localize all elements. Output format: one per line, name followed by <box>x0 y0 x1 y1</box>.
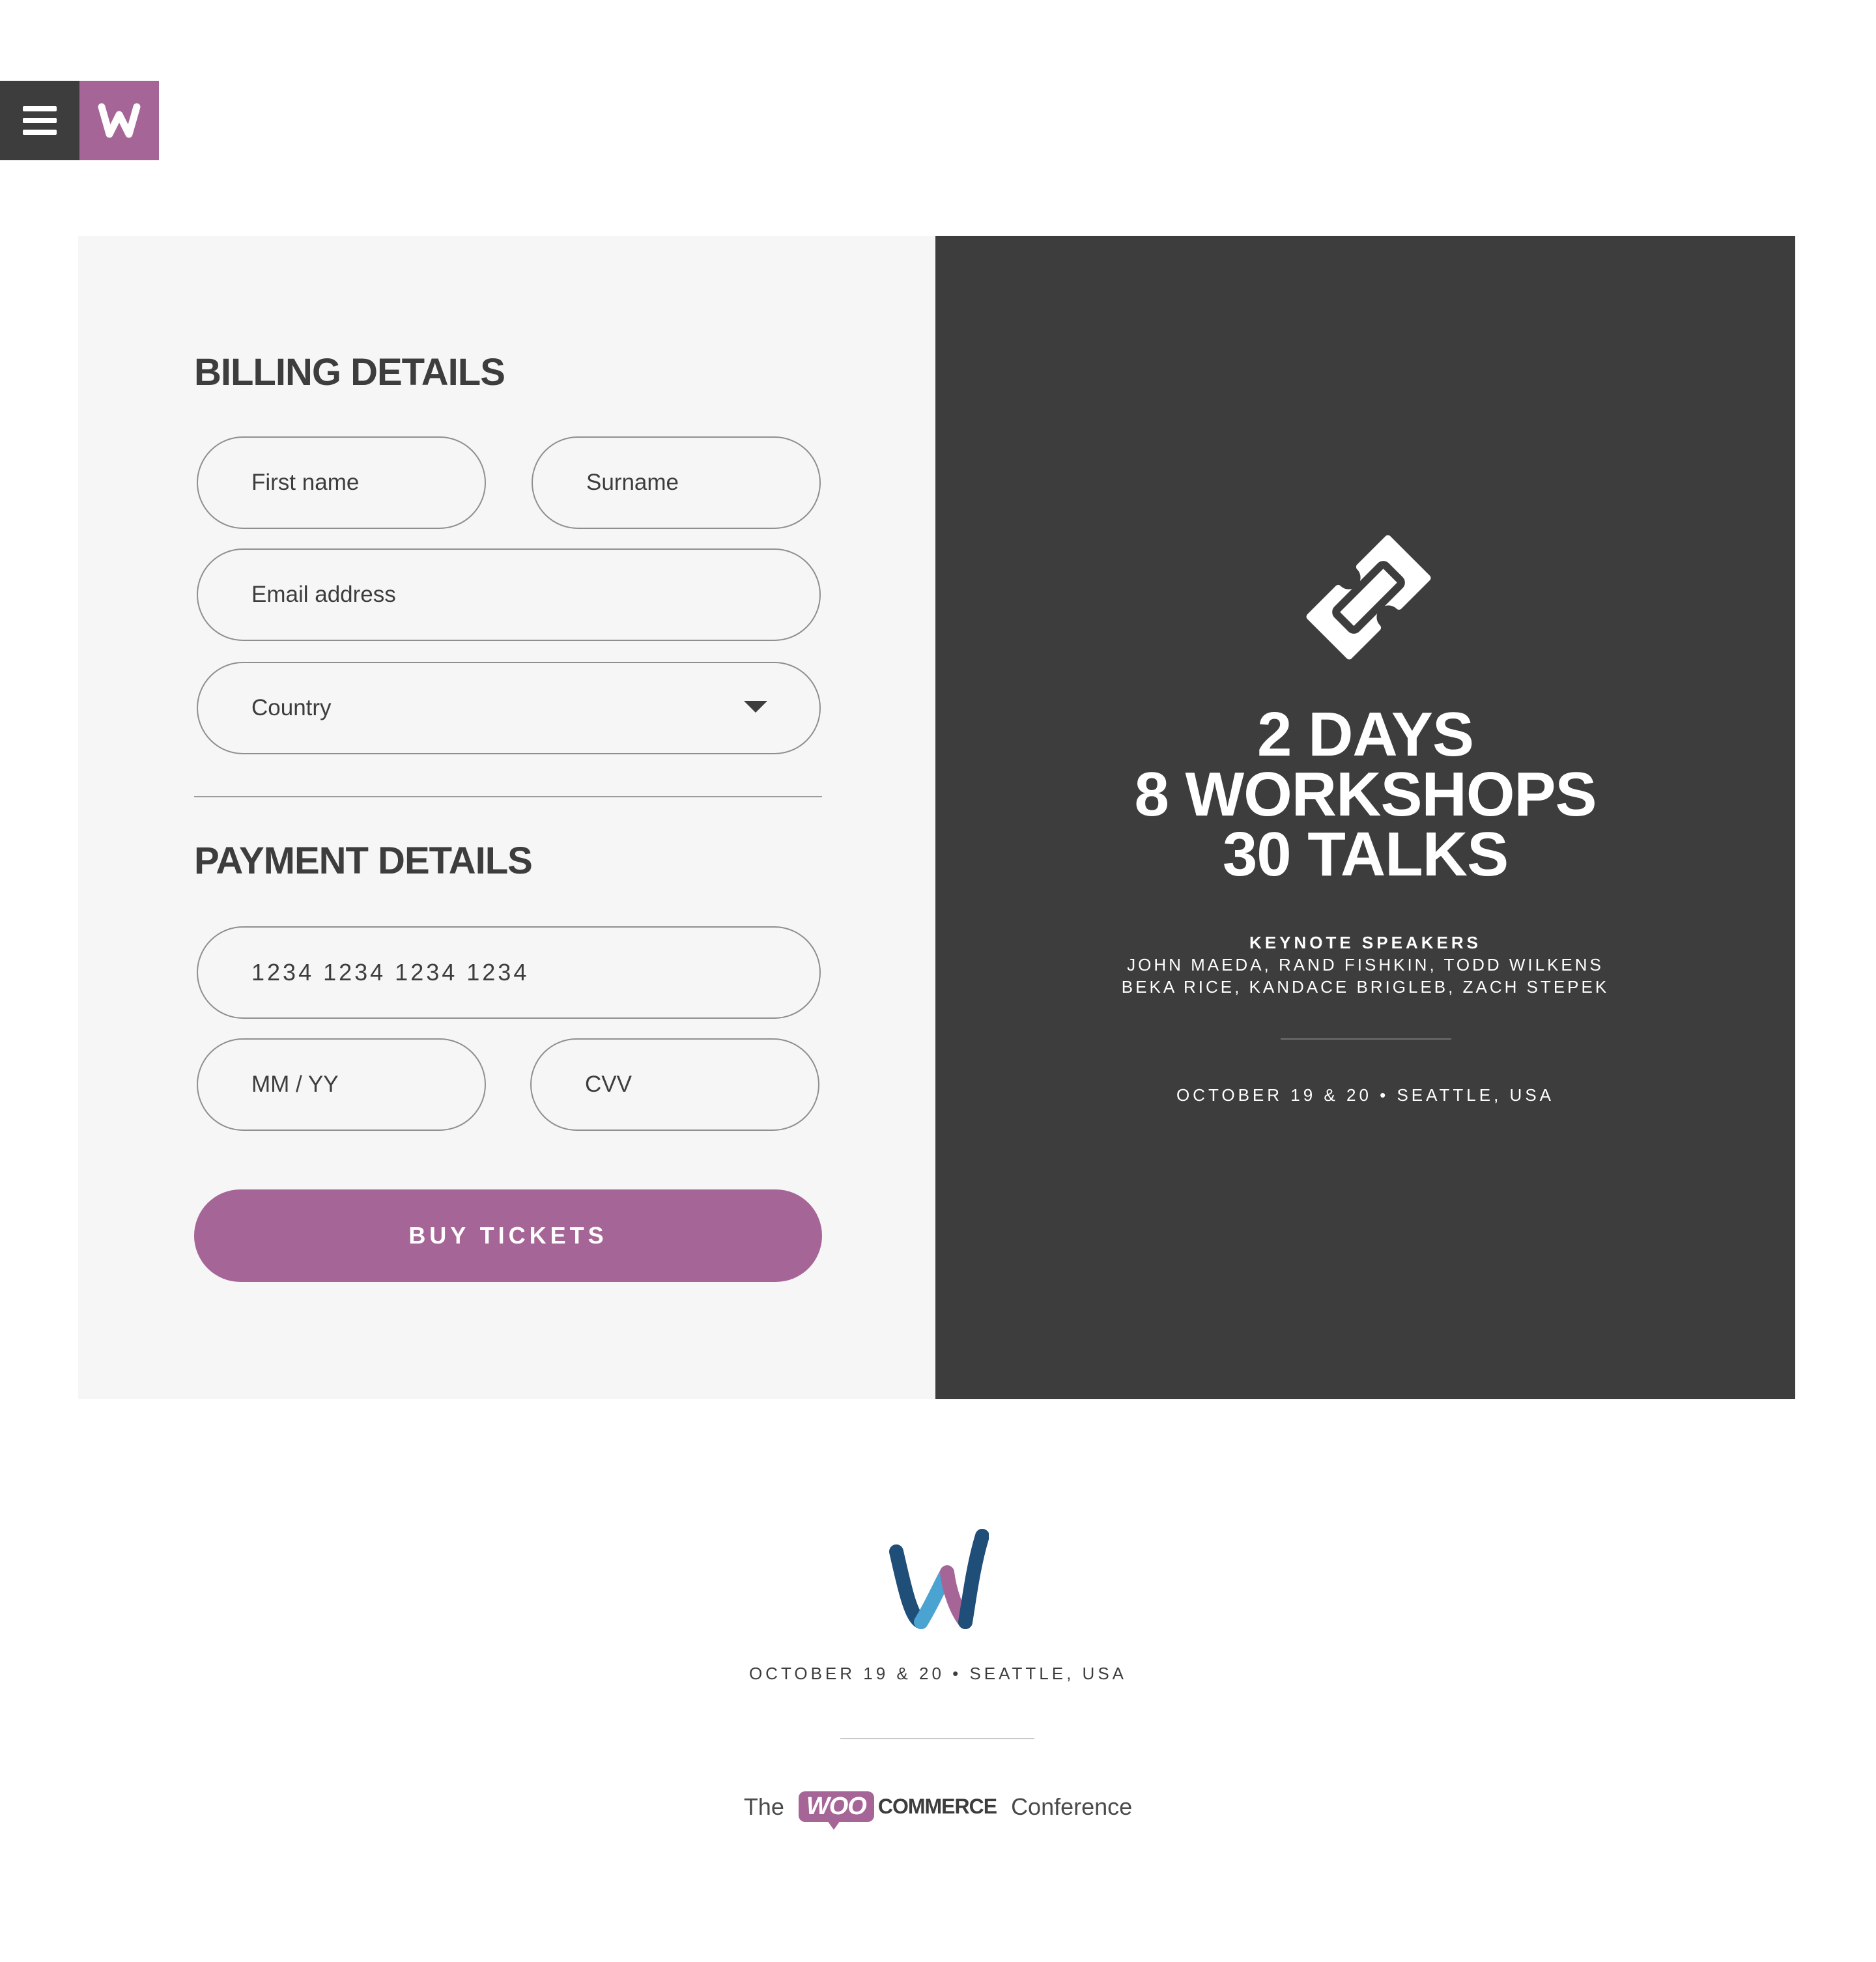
card-number-field[interactable]: 1234 1234 1234 1234 <box>197 926 821 1019</box>
woocommerce-logo: WOO COMMERCE <box>798 1791 997 1830</box>
woo-conference-logo-icon <box>889 1529 989 1629</box>
surname-placeholder: Surname <box>586 470 679 495</box>
footer-divider <box>840 1738 1034 1739</box>
promo-divider <box>1281 1038 1451 1040</box>
footer-credit: The WOO COMMERCE Conference <box>0 1791 1876 1830</box>
country-select[interactable]: Country <box>197 662 821 754</box>
buy-tickets-button[interactable]: BUY TICKETS <box>194 1189 822 1282</box>
checkout-form-panel: BILLING DETAILS First name Surname Email… <box>78 236 935 1399</box>
keynote-speakers-title: KEYNOTE SPEAKERS <box>1249 933 1481 952</box>
w-logo-icon <box>98 103 141 138</box>
chevron-down-icon <box>744 701 767 713</box>
surname-field[interactable]: Surname <box>532 436 821 529</box>
card-number-placeholder: 1234 1234 1234 1234 <box>251 959 530 986</box>
expiry-field[interactable]: MM / YY <box>197 1038 486 1131</box>
credit-suffix: Conference <box>1011 1793 1133 1820</box>
email-placeholder: Email address <box>251 582 396 607</box>
footer-event-date: OCTOBER 19 & 20 • SEATTLE, USA <box>748 1664 1128 1683</box>
headline-days: 2 DAYS <box>1257 700 1474 769</box>
woocommerce-logo-commerce: COMMERCE <box>877 1795 997 1818</box>
headline-workshops: 8 WORKSHOPS <box>1134 760 1597 829</box>
top-brand-bar <box>0 81 159 160</box>
headline-talks: 30 TALKS <box>1222 819 1509 889</box>
menu-button[interactable] <box>0 81 79 160</box>
cvv-placeholder: CVV <box>585 1072 632 1097</box>
conference-promo-panel: 2 DAYS 8 WORKSHOPS 30 TALKS KEYNOTE SPEA… <box>935 236 1795 1399</box>
page: BILLING DETAILS First name Surname Email… <box>0 0 1876 1962</box>
billing-details-title: BILLING DETAILS <box>194 351 505 393</box>
hamburger-menu-icon-bar <box>23 118 57 123</box>
hamburger-menu-icon <box>23 106 57 111</box>
keynote-speakers-line: BEKA RICE, KANDACE BRIGLEB, ZACH STEPEK <box>1121 977 1610 997</box>
country-select-value: Country <box>251 695 332 720</box>
keynote-speakers: KEYNOTE SPEAKERS JOHN MAEDA, RAND FISHKI… <box>935 931 1795 998</box>
promo-event-date: OCTOBER 19 & 20 • SEATTLE, USA <box>1176 1085 1555 1105</box>
keynote-speakers-line: JOHN MAEDA, RAND FISHKIN, TODD WILKENS <box>1127 955 1604 974</box>
credit-prefix: The <box>743 1793 784 1820</box>
first-name-placeholder: First name <box>251 470 360 495</box>
event-headline: 2 DAYS 8 WORKSHOPS 30 TALKS <box>935 700 1795 889</box>
email-field[interactable]: Email address <box>197 548 821 641</box>
cvv-field[interactable]: CVV <box>530 1038 819 1131</box>
ticket-icon <box>1306 535 1431 660</box>
ticket-purchase-card: BILLING DETAILS First name Surname Email… <box>78 236 1795 1399</box>
woocommerce-logo-woo: WOO <box>798 1791 874 1830</box>
expiry-placeholder: MM / YY <box>251 1072 339 1097</box>
brand-home-button[interactable] <box>79 81 159 160</box>
first-name-field[interactable]: First name <box>197 436 486 529</box>
payment-details-title: PAYMENT DETAILS <box>194 840 533 882</box>
form-section-divider <box>194 796 822 797</box>
hamburger-menu-icon-bar <box>23 130 57 135</box>
